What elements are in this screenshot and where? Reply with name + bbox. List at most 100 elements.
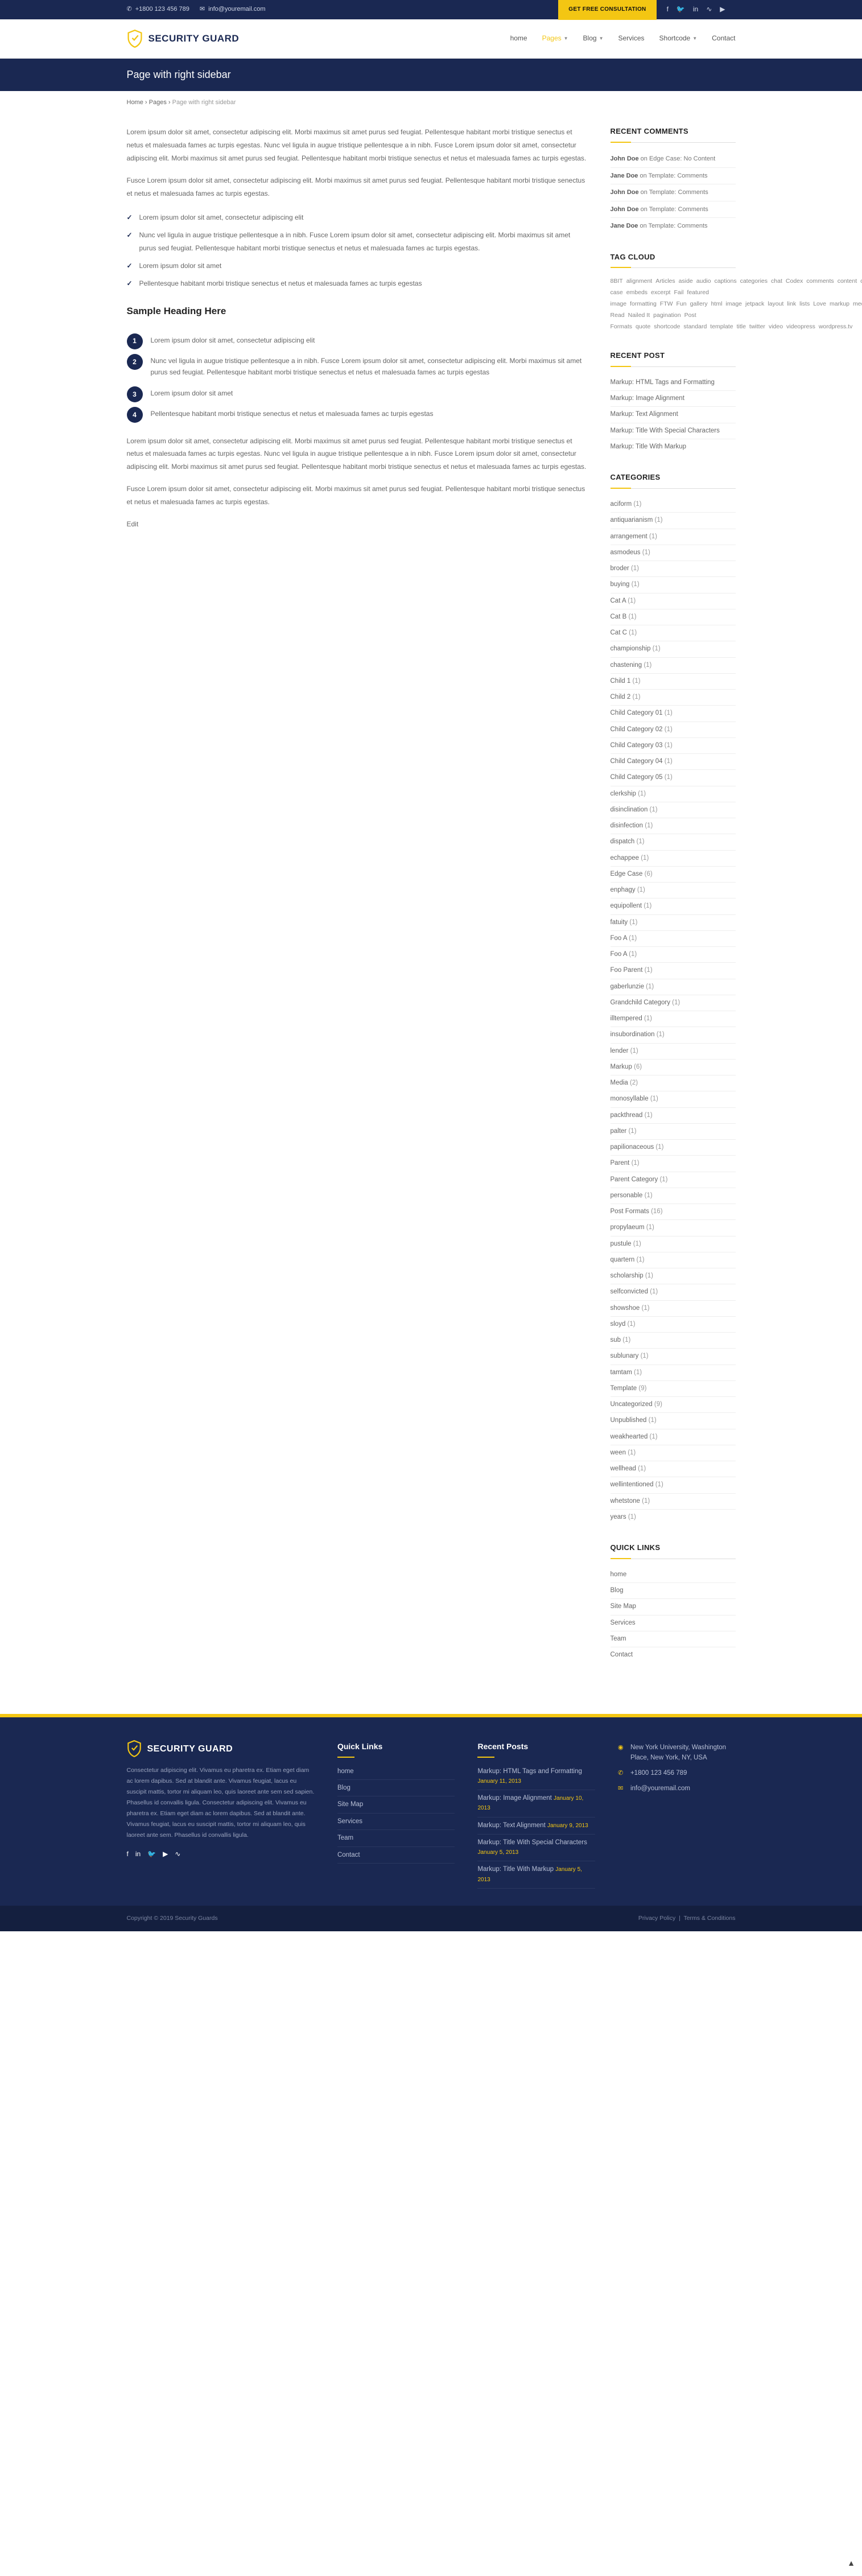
edit-link[interactable]: Edit xyxy=(127,520,139,528)
category-link[interactable]: Markup (6) xyxy=(611,1060,736,1075)
category-link[interactable]: insubordination (1) xyxy=(611,1027,736,1043)
footer-email[interactable]: ✉info@youremail.com xyxy=(618,1781,736,1796)
category-link[interactable]: wellintentioned (1) xyxy=(611,1477,736,1493)
category-link[interactable]: Child 1 (1) xyxy=(611,674,736,690)
category-link[interactable]: packthread (1) xyxy=(611,1108,736,1124)
category-link[interactable]: Template (9) xyxy=(611,1381,736,1397)
comment-item[interactable]: John Doe on Template: Comments xyxy=(611,184,736,201)
category-link[interactable]: Parent (1) xyxy=(611,1156,736,1172)
tag-link[interactable]: twitter xyxy=(749,323,765,330)
post-link[interactable]: Markup: Text Alignment xyxy=(611,407,736,423)
category-link[interactable]: palter (1) xyxy=(611,1124,736,1140)
category-link[interactable]: propylaeum (1) xyxy=(611,1220,736,1236)
category-link[interactable]: fatuity (1) xyxy=(611,915,736,931)
tag-link[interactable]: layout xyxy=(768,300,783,307)
tag-link[interactable]: markup xyxy=(830,300,849,307)
category-link[interactable]: years (1) xyxy=(611,1510,736,1525)
footer-logo[interactable]: SECURITY GUARD xyxy=(127,1740,315,1757)
category-link[interactable]: papilionaceous (1) xyxy=(611,1140,736,1156)
category-link[interactable]: Cat A (1) xyxy=(611,593,736,609)
category-link[interactable]: Child Category 04 (1) xyxy=(611,754,736,770)
youtube-icon[interactable]: ▶ xyxy=(720,4,725,15)
category-link[interactable]: Parent Category (1) xyxy=(611,1172,736,1188)
tag-link[interactable]: video xyxy=(769,323,783,330)
comment-item[interactable]: Jane Doe on Template: Comments xyxy=(611,168,736,185)
tag-link[interactable]: title xyxy=(737,323,746,330)
facebook-icon[interactable]: f xyxy=(667,4,669,15)
post-link[interactable]: Markup: Image Alignment xyxy=(611,391,736,407)
crumb-link[interactable]: Home xyxy=(127,99,143,106)
tag-link[interactable]: template xyxy=(710,323,733,330)
category-link[interactable]: Media (2) xyxy=(611,1075,736,1091)
category-link[interactable]: sublunary (1) xyxy=(611,1349,736,1365)
tag-link[interactable]: pagination xyxy=(653,312,680,319)
tag-link[interactable]: Fail xyxy=(674,289,683,296)
category-link[interactable]: equipollent (1) xyxy=(611,898,736,914)
category-link[interactable]: disinclination (1) xyxy=(611,802,736,818)
category-link[interactable]: Grandchild Category (1) xyxy=(611,995,736,1011)
category-link[interactable]: monosyllable (1) xyxy=(611,1091,736,1107)
youtube-icon[interactable]: ▶ xyxy=(163,1849,168,1860)
tag-link[interactable]: audio xyxy=(696,278,711,285)
category-link[interactable]: tamtam (1) xyxy=(611,1365,736,1381)
tag-link[interactable]: image xyxy=(725,300,742,307)
tag-link[interactable]: videopress xyxy=(786,323,815,330)
category-link[interactable]: illtempered (1) xyxy=(611,1011,736,1027)
category-link[interactable]: pustule (1) xyxy=(611,1237,736,1252)
footer-phone[interactable]: ✆+1800 123 456 789 xyxy=(618,1766,736,1781)
category-link[interactable]: Child Category 01 (1) xyxy=(611,706,736,722)
category-link[interactable]: aciform (1) xyxy=(611,497,736,513)
category-link[interactable]: whetstone (1) xyxy=(611,1494,736,1510)
footer-post[interactable]: Markup: Text Alignment January 9, 2013 xyxy=(477,1817,595,1835)
tag-link[interactable]: shortcode xyxy=(654,323,680,330)
tag-link[interactable]: wordpress.tv xyxy=(819,323,853,330)
comment-item[interactable]: Jane Doe on Template: Comments xyxy=(611,218,736,234)
category-link[interactable]: enphagy (1) xyxy=(611,883,736,898)
category-link[interactable]: Post Formats (16) xyxy=(611,1204,736,1220)
category-link[interactable]: Cat B (1) xyxy=(611,609,736,625)
tag-link[interactable]: embeds xyxy=(626,289,647,296)
nav-item-home[interactable]: home xyxy=(510,33,527,44)
post-link[interactable]: Markup: Title With Markup xyxy=(611,439,736,455)
footer-link[interactable]: home xyxy=(337,1763,455,1780)
tag-link[interactable]: Nailed It xyxy=(628,312,650,319)
twitter-icon[interactable]: 🐦 xyxy=(147,1849,156,1860)
category-link[interactable]: selfconvicted (1) xyxy=(611,1284,736,1300)
tag-link[interactable]: Love xyxy=(813,300,826,307)
privacy-link[interactable]: Privacy Policy xyxy=(638,1915,675,1922)
category-link[interactable]: antiquarianism (1) xyxy=(611,513,736,529)
category-link[interactable]: Child 2 (1) xyxy=(611,690,736,706)
footer-link[interactable]: Site Map xyxy=(337,1796,455,1813)
quick-link[interactable]: Team xyxy=(611,1631,736,1647)
tag-link[interactable]: categories xyxy=(740,278,768,285)
tag-link[interactable]: content xyxy=(838,278,857,285)
category-link[interactable]: Foo Parent (1) xyxy=(611,963,736,979)
category-link[interactable]: Edge Case (6) xyxy=(611,867,736,883)
category-link[interactable]: gaberlunzie (1) xyxy=(611,979,736,995)
quick-link[interactable]: Contact xyxy=(611,1647,736,1663)
category-link[interactable]: personable (1) xyxy=(611,1188,736,1204)
tag-link[interactable]: media xyxy=(853,300,862,307)
crumb-link[interactable]: Pages xyxy=(149,99,167,106)
post-link[interactable]: Markup: Title With Special Characters xyxy=(611,423,736,439)
tag-link[interactable]: lists xyxy=(799,300,810,307)
category-link[interactable]: disinfection (1) xyxy=(611,818,736,834)
footer-link[interactable]: Team xyxy=(337,1830,455,1847)
tag-link[interactable]: Articles xyxy=(655,278,675,285)
tag-link[interactable]: formatting xyxy=(630,300,657,307)
category-link[interactable]: chastening (1) xyxy=(611,658,736,674)
topbar-email[interactable]: ✉info@youremail.com xyxy=(200,5,266,15)
category-link[interactable]: arrangement (1) xyxy=(611,529,736,545)
quick-link[interactable]: Site Map xyxy=(611,1599,736,1615)
category-link[interactable]: quartern (1) xyxy=(611,1252,736,1268)
category-link[interactable]: asmodeus (1) xyxy=(611,545,736,561)
footer-post[interactable]: Markup: Title With Markup January 5, 201… xyxy=(477,1861,595,1889)
category-link[interactable]: buying (1) xyxy=(611,577,736,593)
tag-link[interactable]: link xyxy=(787,300,796,307)
topbar-phone[interactable]: ✆+1800 123 456 789 xyxy=(127,5,189,15)
footer-link[interactable]: Services xyxy=(337,1813,455,1830)
linkedin-icon[interactable]: in xyxy=(135,1849,141,1860)
facebook-icon[interactable]: f xyxy=(127,1849,129,1860)
category-link[interactable]: showshoe (1) xyxy=(611,1301,736,1317)
tag-link[interactable]: Codex xyxy=(786,278,803,285)
